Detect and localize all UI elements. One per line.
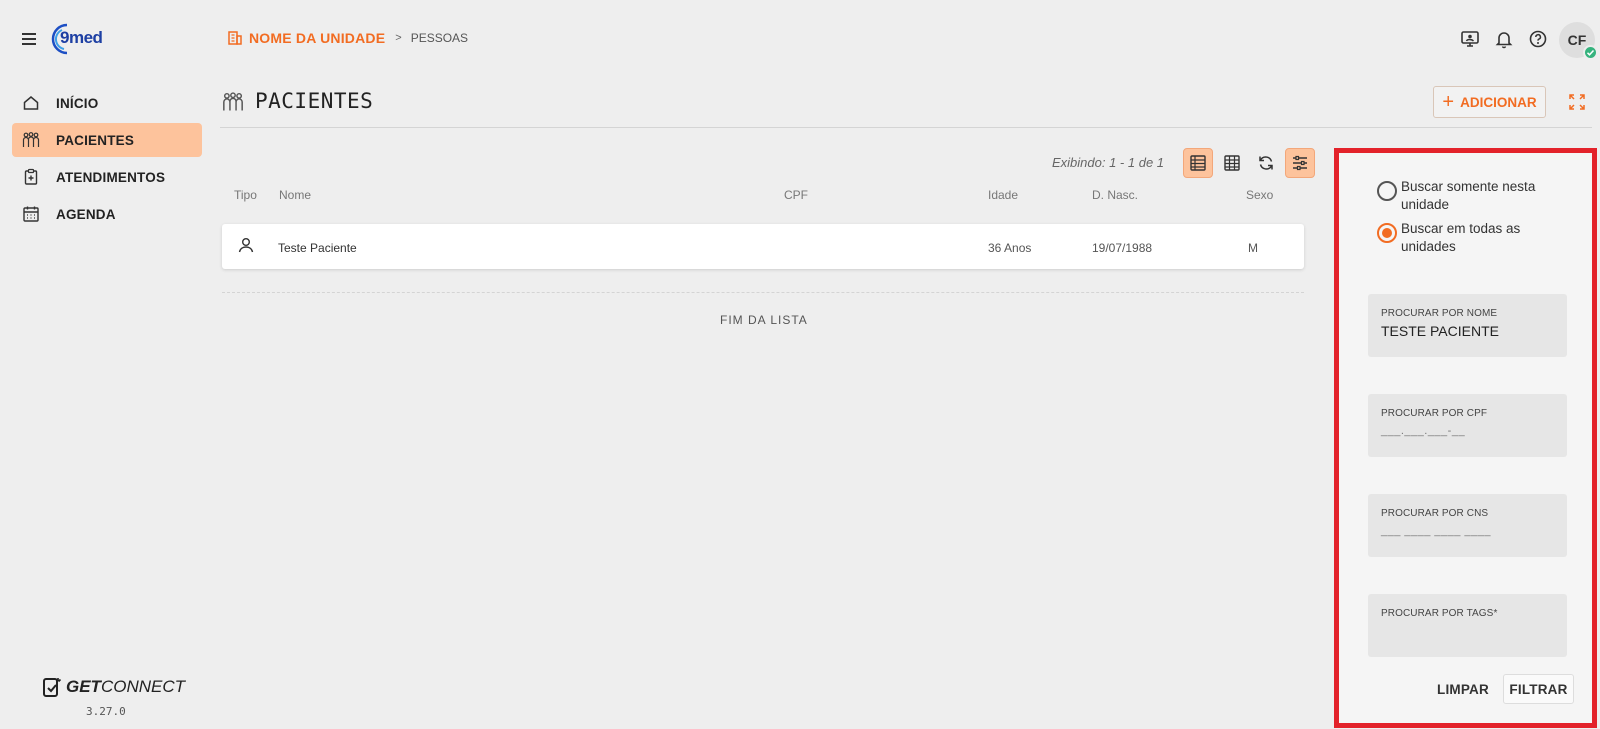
person-icon	[236, 235, 256, 255]
search-name-field[interactable]: PROCURAR POR NOME TESTE PACIENTE	[1368, 294, 1567, 357]
sidebar-item-pacientes[interactable]: PACIENTES	[12, 123, 202, 157]
grid-view-icon	[1223, 154, 1241, 172]
page-title: PACIENTES	[255, 89, 374, 113]
patients-icon	[22, 131, 40, 149]
column-header-nasc: D. Nasc.	[1092, 188, 1139, 202]
sliders-icon	[1291, 154, 1309, 172]
online-status-icon	[1583, 45, 1598, 60]
app-logo[interactable]: 9med	[50, 22, 103, 56]
cell-idade: 36 Anos	[988, 241, 1032, 255]
breadcrumb-separator: >	[395, 32, 402, 44]
search-tags-field[interactable]: PROCURAR POR TAGS*	[1368, 594, 1567, 657]
field-label: PROCURAR POR CNS	[1381, 508, 1489, 519]
radio-search-unit[interactable]: Buscar somente nesta unidade	[1377, 178, 1571, 214]
list-view-button[interactable]	[1183, 148, 1213, 178]
refresh-icon	[1257, 154, 1275, 172]
filter-panel: Buscar somente nesta unidade Buscar em t…	[1334, 148, 1597, 728]
refresh-button[interactable]	[1251, 148, 1281, 178]
table-row[interactable]: Teste Paciente 36 Anos 19/07/1988 M	[222, 224, 1304, 269]
column-header-idade: Idade	[988, 188, 1019, 202]
radio-circle	[1377, 223, 1397, 243]
cell-nasc: 19/07/1988	[1092, 241, 1153, 255]
field-value: TESTE PACIENTE	[1381, 323, 1499, 339]
radio-label: Buscar em todas as unidades	[1401, 221, 1521, 254]
brand-logo: GET CONNECT	[42, 676, 185, 698]
avatar[interactable]: CF	[1559, 22, 1598, 60]
field-label: PROCURAR POR CPF	[1381, 408, 1488, 419]
sidebar-item-label: INÍCIO	[56, 95, 99, 111]
field-label: PROCURAR POR TAGS*	[1381, 608, 1498, 619]
home-icon	[22, 94, 40, 112]
breadcrumb-page: PESSOAS	[410, 31, 469, 45]
brand-light: CONNECT	[100, 677, 186, 696]
device-icon	[42, 676, 62, 698]
bell-icon[interactable]	[1493, 28, 1515, 50]
cell-nome: Teste Paciente	[278, 241, 357, 255]
grid-view-button[interactable]	[1217, 148, 1247, 178]
logo-text: 9med	[60, 28, 103, 47]
field-label: PROCURAR POR NOME	[1381, 308, 1498, 319]
filter-button-label: FILTRAR	[1509, 681, 1568, 697]
brand-bold: GET	[66, 677, 101, 696]
divider	[220, 127, 1592, 128]
field-mask: ___.___.___-__	[1381, 425, 1466, 437]
column-header-nome: Nome	[279, 188, 312, 202]
calendar-icon	[22, 205, 40, 223]
menu-icon[interactable]	[18, 28, 40, 50]
filter-toggle-button[interactable]	[1285, 148, 1315, 178]
app-version: 3.27.0	[86, 705, 126, 718]
list-view-icon	[1189, 154, 1207, 172]
column-header-cpf: CPF	[784, 188, 808, 202]
sidebar-item-agenda[interactable]: AGENDA	[12, 197, 202, 231]
add-button[interactable]: + ADICIONAR	[1433, 86, 1546, 118]
fullscreen-icon[interactable]	[1567, 92, 1587, 112]
search-cpf-field[interactable]: PROCURAR POR CPF ___.___.___-__	[1368, 394, 1567, 457]
column-header-tipo: Tipo	[234, 188, 257, 202]
clear-button[interactable]: LIMPAR	[1429, 674, 1497, 704]
add-button-label: ADICIONAR	[1460, 94, 1537, 110]
results-count: Exibindo: 1 - 1 de 1	[1052, 155, 1165, 170]
sidebar-item-label: ATENDIMENTOS	[56, 169, 166, 185]
radio-search-all[interactable]: Buscar em todas as unidades	[1377, 220, 1571, 256]
search-cns-field[interactable]: PROCURAR POR CNS ___ ____ ____ ____	[1368, 494, 1567, 557]
help-icon[interactable]	[1527, 28, 1549, 50]
breadcrumb: NOME DA UNIDADE > PESSOAS	[227, 28, 468, 48]
field-mask: ___ ____ ____ ____	[1381, 525, 1491, 537]
breadcrumb-unit[interactable]: NOME DA UNIDADE	[249, 30, 385, 46]
sidebar-item-label: AGENDA	[56, 206, 116, 222]
radio-label: Buscar somente nesta unidade	[1401, 179, 1536, 212]
clear-button-label: LIMPAR	[1437, 681, 1489, 697]
cell-sexo: M	[1248, 241, 1258, 255]
sidebar-item-atendimentos[interactable]: ATENDIMENTOS	[12, 160, 202, 194]
filter-button[interactable]: FILTRAR	[1503, 674, 1574, 704]
monitor-user-icon[interactable]	[1459, 28, 1481, 50]
end-of-list: FIM DA LISTA	[720, 313, 808, 327]
sidebar-item-label: PACIENTES	[56, 132, 135, 148]
list-divider	[222, 292, 1304, 293]
patients-icon	[222, 91, 244, 113]
clipboard-icon	[22, 168, 40, 186]
plus-icon: +	[1442, 91, 1455, 113]
avatar-initials: CF	[1567, 32, 1587, 48]
sidebar-item-inicio[interactable]: INÍCIO	[12, 86, 202, 120]
column-header-sexo: Sexo	[1246, 188, 1274, 202]
radio-circle	[1377, 181, 1397, 201]
building-icon	[227, 30, 243, 46]
